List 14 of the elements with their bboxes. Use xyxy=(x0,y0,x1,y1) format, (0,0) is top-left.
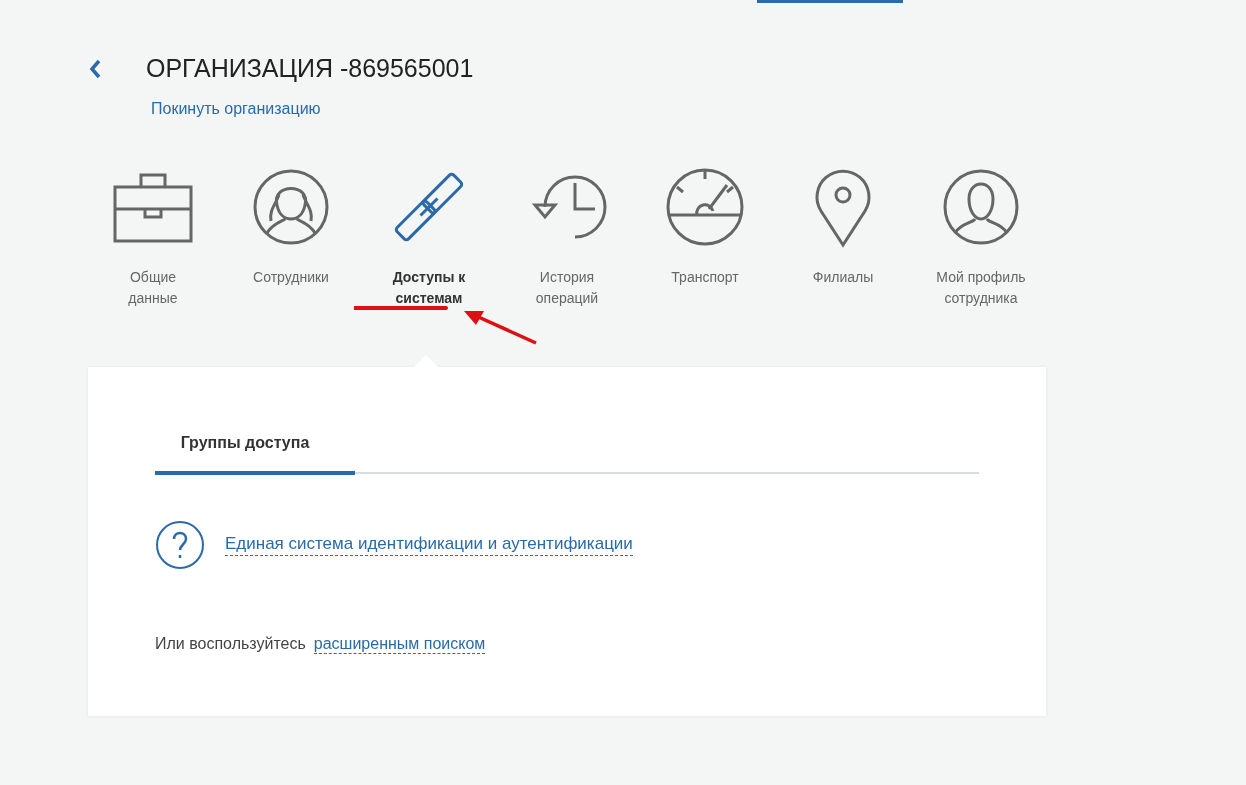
section-link[interactable]: Сотрудники xyxy=(239,267,343,288)
system-link[interactable]: Единая система идентификации и аутентификации xyxy=(225,534,633,556)
advanced-search-link[interactable]: расширенным поиском xyxy=(313,634,486,655)
section-link[interactable]: Транспорт xyxy=(657,267,753,288)
section-link[interactable]: Доступы к системам xyxy=(369,267,489,309)
leave-organization-link[interactable]: Покинуть организацию xyxy=(151,97,321,121)
tab[interactable]: Группы доступа xyxy=(155,421,355,475)
section-link[interactable]: Филиалы xyxy=(798,267,888,288)
hint-text: Или воспользуйтесь xyxy=(155,634,306,654)
page-title: ОРГАНИЗАЦИЯ -869565001 xyxy=(146,53,474,83)
section-link[interactable]: История операций xyxy=(507,267,627,309)
section-link[interactable]: Общие данные xyxy=(93,267,213,309)
section-link[interactable]: Мой профиль сотрудника xyxy=(921,267,1041,309)
help-icon[interactable] xyxy=(155,520,205,570)
